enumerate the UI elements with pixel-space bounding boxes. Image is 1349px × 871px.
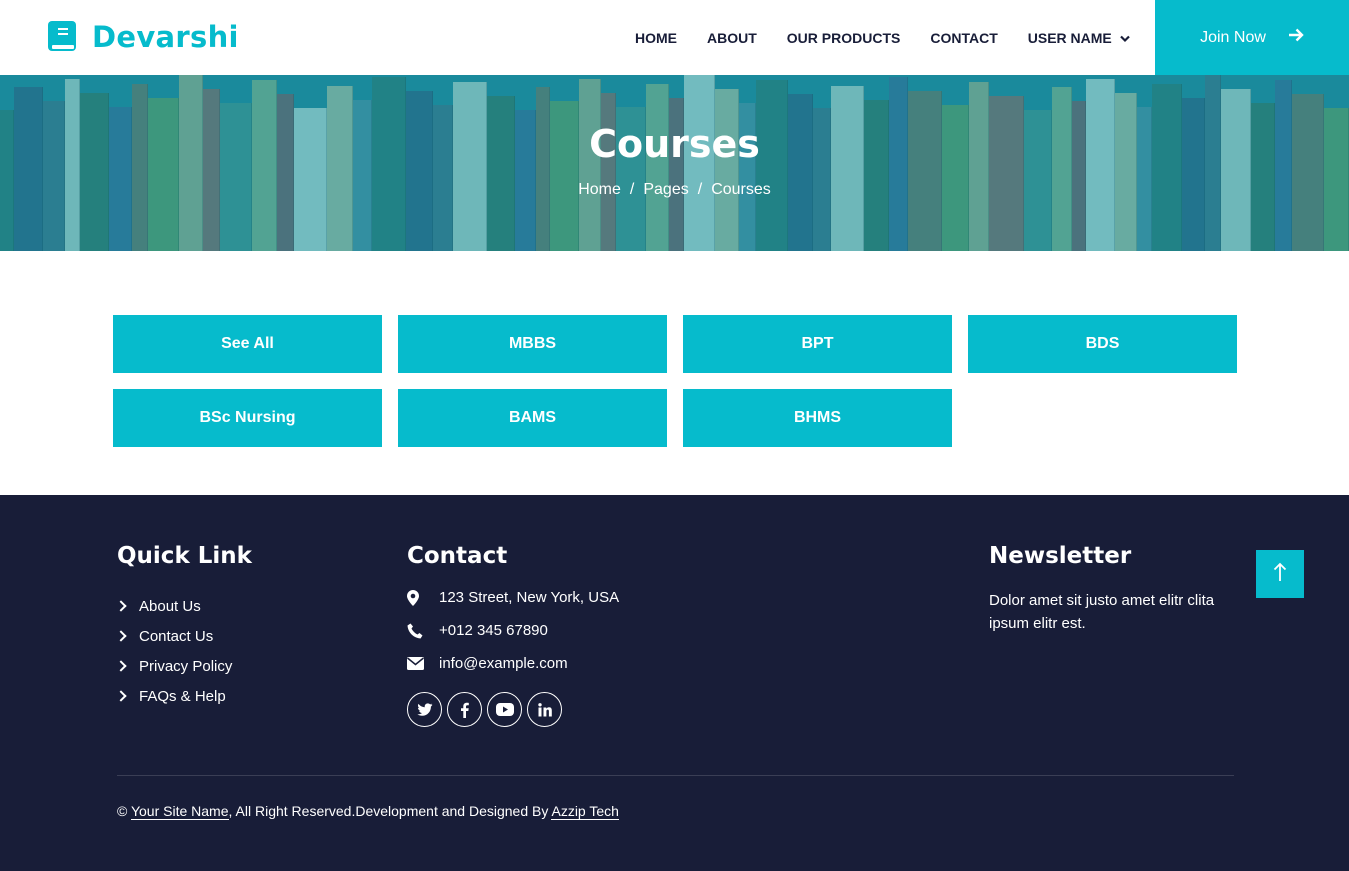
newsletter-heading: Newsletter (989, 543, 1132, 569)
newsletter-text: Dolor amet sit justo amet elitr clita ip… (989, 592, 1215, 632)
breadcrumb: Home / Pages / Courses (0, 181, 1349, 199)
nav-home[interactable]: HOME (620, 30, 692, 46)
breadcrumb-separator: / (697, 181, 703, 198)
quick-link-contact-us: Contact Us (139, 627, 214, 645)
brand-name: Devarshi (92, 20, 239, 54)
quick-link-privacy-policy: Privacy Policy (139, 657, 233, 675)
twitter-icon[interactable] (407, 692, 442, 727)
quick-link-about-us: About Us (139, 597, 201, 615)
quick-link-item[interactable]: Contact Us (115, 621, 232, 651)
course-bhms-button[interactable]: BHMS (683, 389, 952, 447)
map-marker-icon (407, 589, 439, 606)
designer-link[interactable]: Azzip Tech (551, 803, 619, 820)
copyright: © Your Site Name, All Right Reserved.Dev… (117, 803, 619, 820)
nav-contact[interactable]: CONTACT (915, 30, 1012, 46)
course-mbbs-button[interactable]: MBBS (398, 315, 667, 373)
chevron-right-icon (115, 600, 127, 612)
quick-link-item[interactable]: About Us (115, 591, 232, 621)
join-now-label: Join Now (1200, 28, 1266, 46)
social-links (407, 692, 562, 727)
quick-link-list: About Us Contact Us Privacy Policy FAQs … (115, 591, 233, 711)
nav-about[interactable]: ABOUT (692, 30, 772, 46)
contact-phone-text: +012 345 67890 (439, 622, 548, 639)
navbar: Devarshi HOME ABOUT OUR PRODUCTS CONTACT… (0, 0, 1349, 75)
back-to-top-button[interactable] (1256, 550, 1304, 598)
nav-our-products[interactable]: OUR PRODUCTS (772, 30, 916, 46)
quick-link-item[interactable]: FAQs & Help (115, 681, 232, 711)
brand-logo[interactable]: Devarshi (48, 20, 239, 54)
page-header: Courses Home / Pages / Courses (0, 75, 1349, 251)
footer: Quick Link About Us Contact Us Privacy P… (0, 495, 1349, 871)
course-filter-grid: See All MBBS BPT BDS BSc Nursing BAMS BH… (113, 315, 1237, 447)
breadcrumb-current: Courses (711, 181, 771, 198)
quick-link-item[interactable]: Privacy Policy (115, 651, 233, 681)
quick-link-faqs-help: FAQs & Help (139, 687, 226, 705)
breadcrumb-separator: / (629, 181, 635, 198)
course-bams-button[interactable]: BAMS (398, 389, 667, 447)
linkedin-icon[interactable] (527, 692, 562, 727)
chevron-right-icon (115, 690, 127, 702)
chevron-right-icon (115, 630, 127, 642)
user-menu-dropdown[interactable]: USER NAME (1013, 30, 1145, 46)
envelope-icon (407, 657, 439, 670)
contact-email-text: info@example.com (439, 655, 568, 672)
breadcrumb-home[interactable]: Home (578, 181, 621, 198)
user-menu-label: USER NAME (1027, 29, 1112, 46)
phone-icon (407, 623, 439, 639)
course-bds-button[interactable]: BDS (968, 315, 1237, 373)
course-see-all-button[interactable]: See All (113, 315, 382, 373)
arrow-right-icon (1288, 28, 1304, 47)
page-title: Courses (589, 122, 760, 166)
footer-divider (117, 775, 1234, 776)
contact-heading: Contact (407, 543, 508, 569)
contact-address-text: 123 Street, New York, USA (439, 589, 620, 606)
main-nav: HOME ABOUT OUR PRODUCTS CONTACT USER NAM… (620, 0, 1145, 75)
contact-email: info@example.com (407, 655, 568, 672)
chevron-right-icon (115, 660, 127, 672)
site-name-link[interactable]: Your Site Name (130, 803, 229, 820)
contact-address: 123 Street, New York, USA (407, 589, 619, 606)
chevron-down-icon (1119, 30, 1130, 46)
contact-phone: +012 345 67890 (407, 622, 548, 639)
facebook-icon[interactable] (447, 692, 482, 727)
quick-link-heading: Quick Link (117, 543, 252, 569)
youtube-icon[interactable] (487, 692, 522, 727)
breadcrumb-pages[interactable]: Pages (643, 181, 688, 198)
course-bsc-nursing-button[interactable]: BSc Nursing (113, 389, 382, 447)
book-icon (48, 21, 78, 53)
copyright-text: , All Right Reserved.Development and Des… (228, 803, 552, 819)
arrow-up-icon (1273, 562, 1287, 587)
copyright-symbol: © (117, 803, 128, 819)
join-now-button[interactable]: Join Now (1155, 0, 1349, 75)
course-bpt-button[interactable]: BPT (683, 315, 952, 373)
